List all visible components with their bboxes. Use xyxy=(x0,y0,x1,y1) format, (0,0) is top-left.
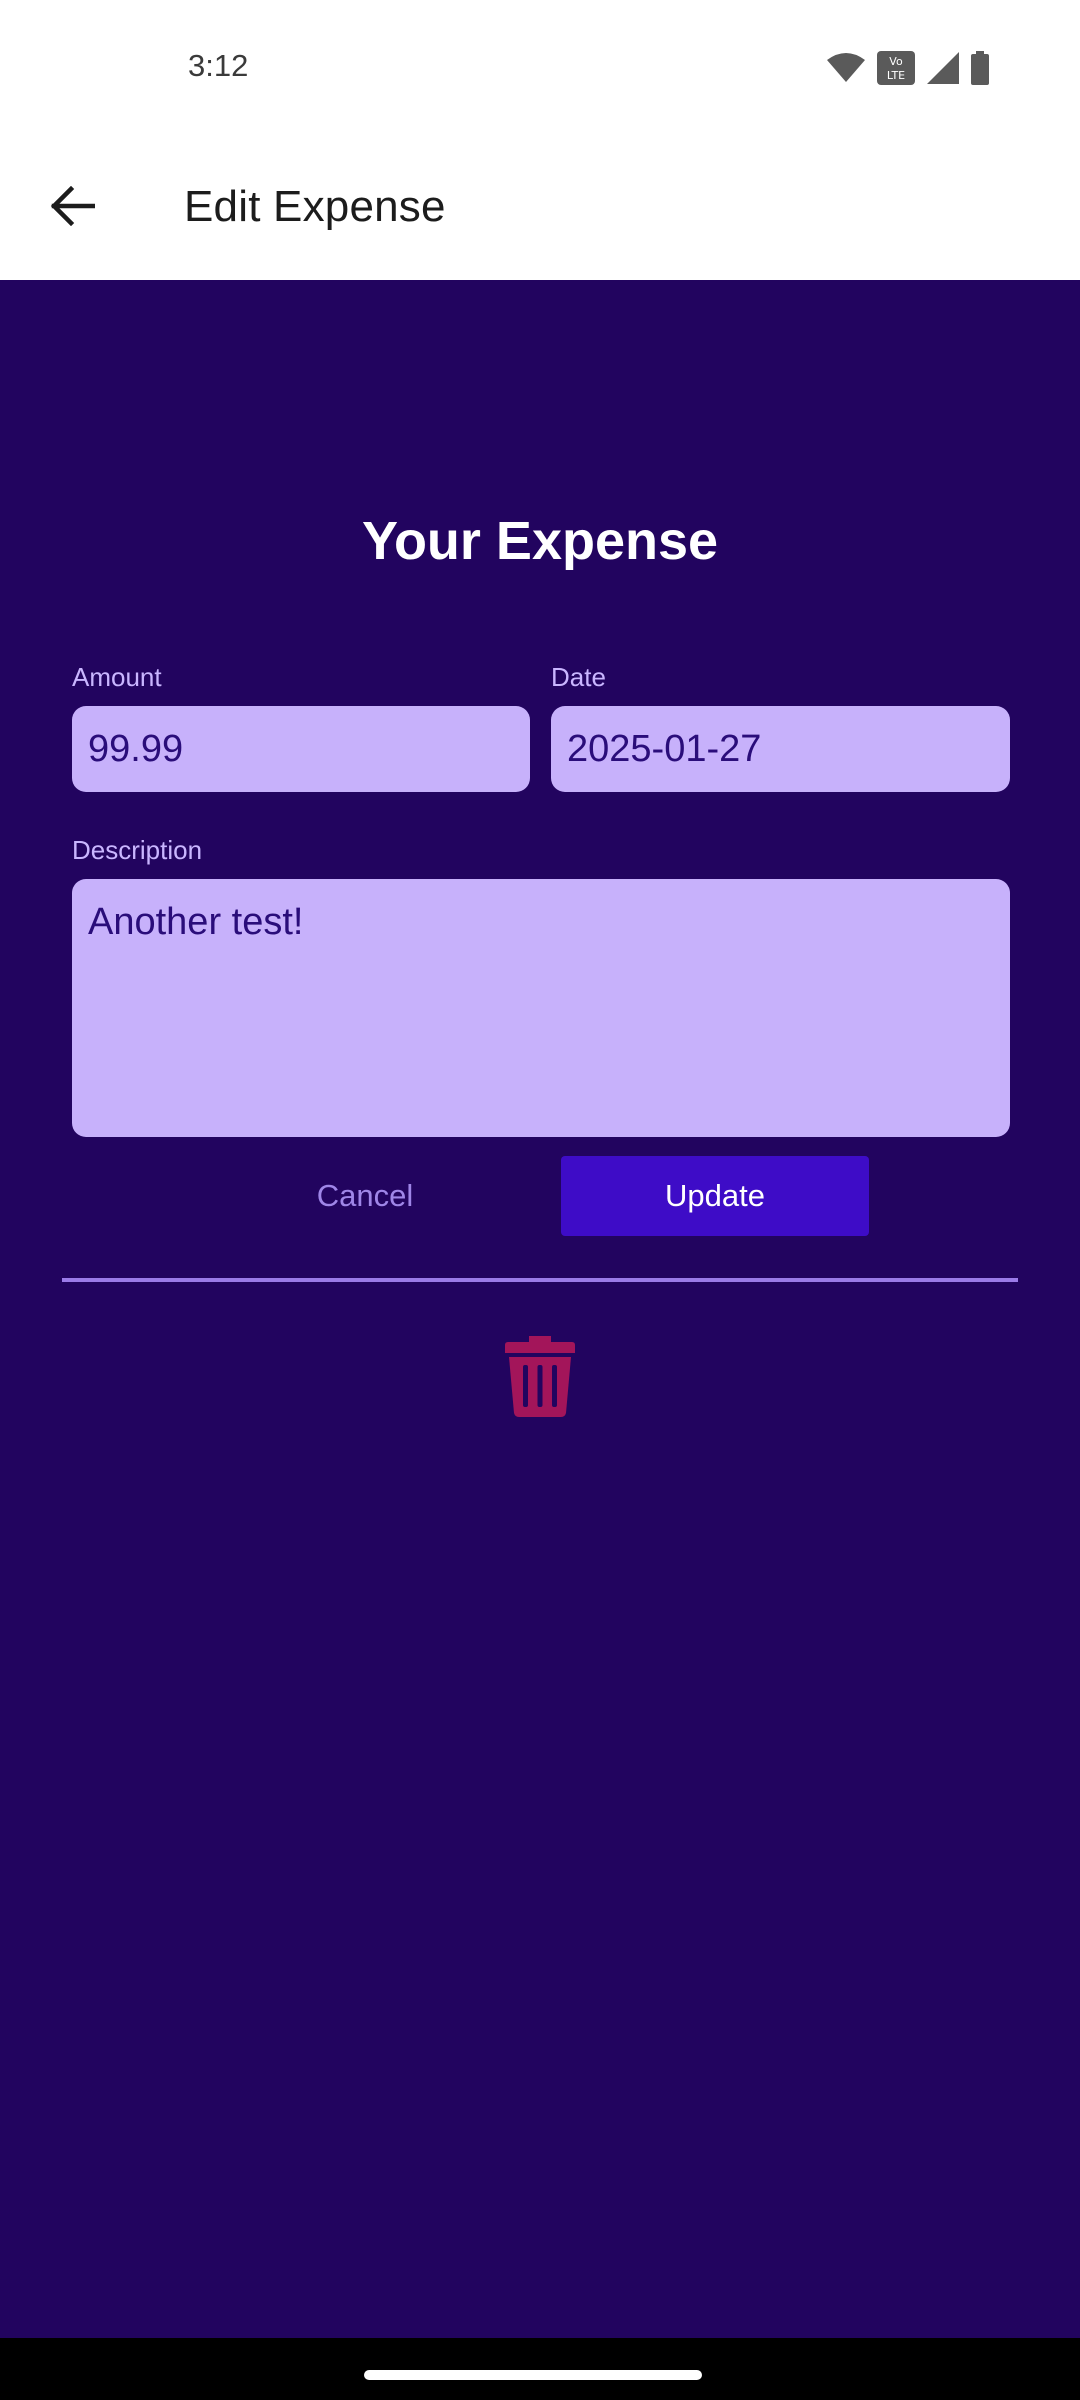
cancel-button[interactable]: Cancel xyxy=(232,1156,498,1236)
home-indicator[interactable] xyxy=(364,2370,702,2380)
update-button[interactable]: Update xyxy=(561,1156,869,1236)
volte-icon: Vo LTE xyxy=(876,50,916,86)
date-label: Date xyxy=(551,662,606,692)
page-title: Edit Expense xyxy=(184,182,446,231)
volte-text-bottom: LTE xyxy=(887,69,905,82)
amount-label: Amount xyxy=(72,662,162,692)
status-icons: Vo LTE xyxy=(826,48,990,88)
edit-expense-form: Your Expense Amount 99.99 Date 2025-01-2… xyxy=(0,280,1080,2338)
battery-icon xyxy=(970,50,990,86)
volte-text-top: Vo xyxy=(889,55,903,68)
status-bar: 3:12 Vo LTE xyxy=(0,0,1080,132)
back-button[interactable] xyxy=(28,168,116,248)
status-time: 3:12 xyxy=(188,48,249,83)
date-field[interactable]: 2025-01-27 xyxy=(551,706,1010,792)
delete-button[interactable] xyxy=(500,1330,580,1426)
divider xyxy=(62,1278,1018,1282)
description-field[interactable]: Another test! xyxy=(72,879,1010,1137)
amount-field[interactable]: 99.99 xyxy=(72,706,530,792)
signal-icon xyxy=(926,51,960,85)
arrow-left-icon xyxy=(49,185,96,231)
wifi-icon xyxy=(826,52,866,84)
app-bar: Edit Expense xyxy=(0,132,1080,280)
navigation-bar xyxy=(0,2338,1080,2400)
description-label: Description xyxy=(72,835,203,865)
form-heading: Your Expense xyxy=(361,511,719,571)
trash-icon xyxy=(504,1334,576,1423)
